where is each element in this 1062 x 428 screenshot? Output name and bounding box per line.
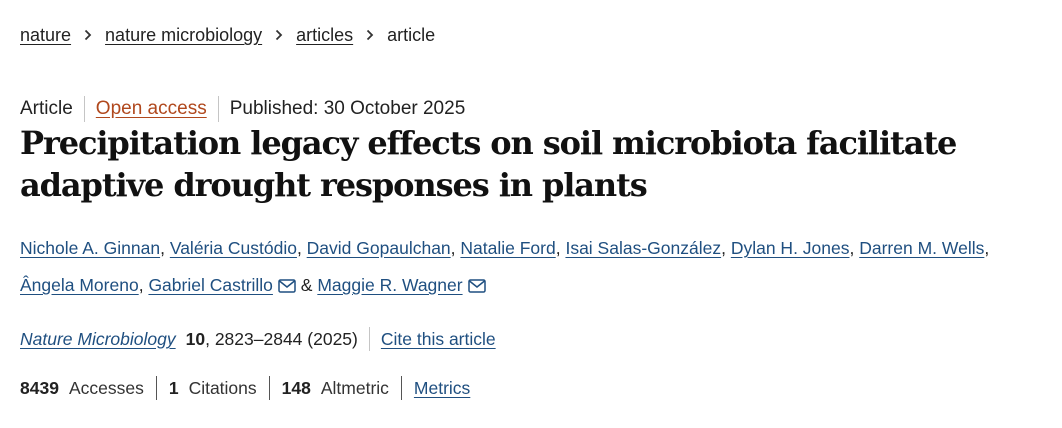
breadcrumb-link-nature[interactable]: nature bbox=[20, 23, 71, 47]
author-link[interactable]: Ângela Moreno bbox=[20, 275, 139, 295]
title-line-2: adaptive drought responses in plants bbox=[20, 166, 648, 204]
journal-pages-year: , 2823–2844 (2025) bbox=[205, 329, 358, 349]
breadcrumb-link-nature-microbiology[interactable]: nature microbiology bbox=[105, 23, 262, 47]
cite-this-article-link[interactable]: Cite this article bbox=[381, 326, 496, 352]
author-link[interactable]: Gabriel Castrillo bbox=[148, 275, 272, 295]
author-link[interactable]: Valéria Custódio bbox=[170, 238, 297, 258]
author-separator: , bbox=[849, 238, 860, 258]
breadcrumb: nature nature microbiology articles arti… bbox=[20, 23, 435, 47]
citations-label: Citations bbox=[188, 378, 257, 398]
article-type: Article bbox=[20, 98, 73, 119]
published-date: Published: 30 October 2025 bbox=[217, 96, 477, 122]
author-link[interactable]: Nichole A. Ginnan bbox=[20, 238, 160, 258]
author-link[interactable]: Dylan H. Jones bbox=[731, 238, 850, 258]
open-access-link[interactable]: Open access bbox=[96, 98, 207, 119]
breadcrumb-current: article bbox=[387, 25, 436, 45]
author-separator: , bbox=[160, 238, 170, 258]
chevron-right-icon bbox=[353, 29, 387, 41]
journal-volume: 10 bbox=[185, 329, 206, 349]
title-line-1: Precipitation legacy effects on soil mic… bbox=[20, 124, 957, 162]
article-metrics: 8439 Accesses 1 Citations 148 Altmetric … bbox=[20, 376, 482, 400]
metric-link-wrapper: Metrics bbox=[400, 375, 482, 401]
author-separator: , bbox=[984, 238, 990, 258]
altmetric-label: Altmetric bbox=[320, 378, 389, 398]
accesses-count: 8439 bbox=[20, 378, 59, 398]
author-separator: , bbox=[721, 238, 731, 258]
article-meta: Article Open access Published: 30 Octobe… bbox=[20, 96, 476, 122]
metric-citations: 1 Citations bbox=[155, 376, 269, 400]
breadcrumb-link-articles[interactable]: articles bbox=[296, 23, 353, 47]
envelope-icon[interactable] bbox=[467, 279, 486, 293]
author-and: & bbox=[295, 275, 318, 295]
envelope-icon[interactable] bbox=[278, 279, 296, 293]
chevron-right-icon bbox=[71, 29, 105, 41]
author-link[interactable]: Darren M. Wells bbox=[859, 238, 984, 258]
author-link[interactable]: Maggie R. Wagner bbox=[317, 275, 462, 295]
author-separator: , bbox=[450, 238, 461, 258]
journal-link[interactable]: Nature Microbiology bbox=[20, 326, 176, 352]
chevron-right-icon bbox=[262, 29, 296, 41]
author-separator: , bbox=[555, 238, 566, 258]
metrics-link[interactable]: Metrics bbox=[414, 375, 470, 401]
author-link[interactable]: Natalie Ford bbox=[460, 238, 555, 258]
accesses-label: Accesses bbox=[68, 378, 144, 398]
altmetric-score: 148 bbox=[281, 378, 311, 398]
author-link[interactable]: Isai Salas-González bbox=[565, 238, 721, 258]
divider bbox=[368, 327, 370, 351]
article-title: Precipitation legacy effects on soil mic… bbox=[20, 122, 1020, 206]
author-separator: , bbox=[138, 275, 149, 295]
metric-altmetric: 148 Altmetric bbox=[268, 376, 401, 400]
citation-line: Nature Microbiology 10, 2823–2844 (2025)… bbox=[20, 326, 496, 352]
author-link[interactable]: David Gopaulchan bbox=[307, 238, 451, 258]
author-list: Nichole A. Ginnan, Valéria Custódio, Dav… bbox=[20, 230, 1030, 304]
citations-count: 1 bbox=[168, 378, 179, 398]
author-separator: , bbox=[296, 238, 307, 258]
metric-accesses: 8439 Accesses bbox=[20, 376, 156, 400]
